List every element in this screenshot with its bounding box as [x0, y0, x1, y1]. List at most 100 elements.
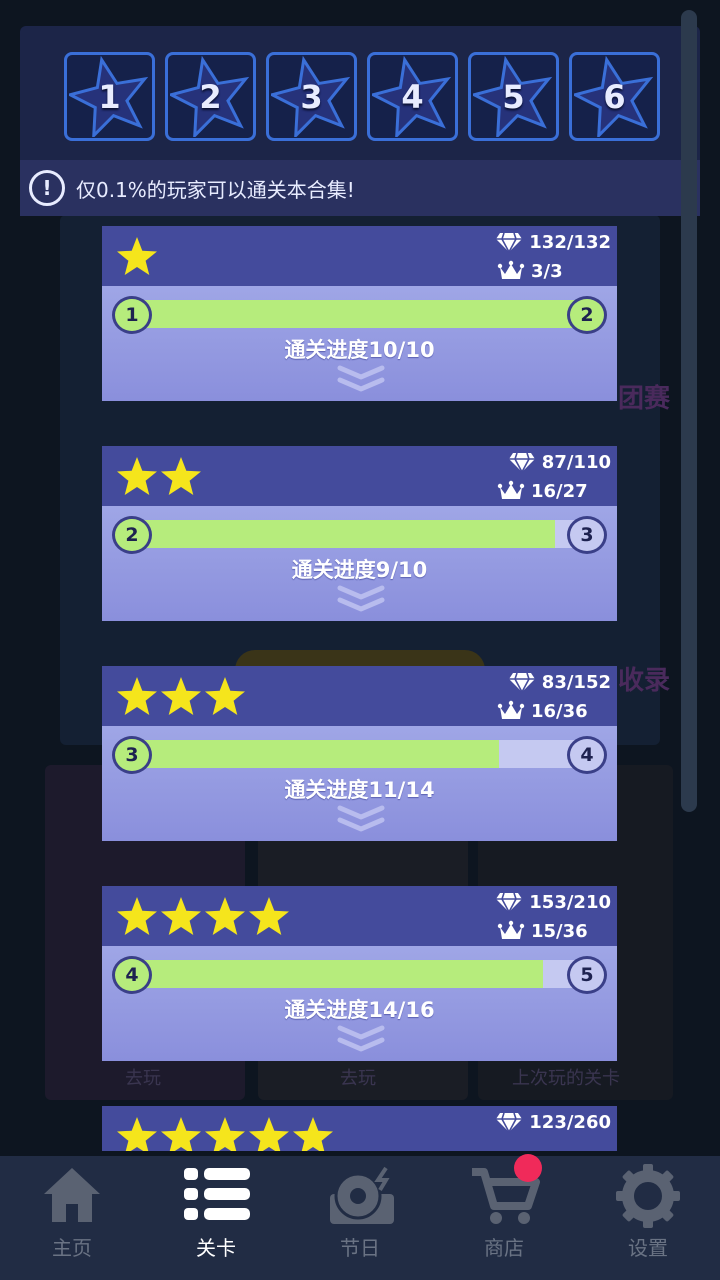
level-pack-card[interactable]: 132/132 3/3 1 2 通关进度10/10	[102, 226, 617, 401]
level-pack-progress-area: 2 3 通关进度9/10	[102, 506, 617, 621]
crown-count-row: 15/36	[497, 919, 611, 943]
expand-chevron-icon[interactable]	[337, 804, 385, 836]
star-icon	[117, 1117, 157, 1151]
difficulty-stars	[116, 456, 202, 498]
diamond-count-row: 87/110	[508, 450, 611, 474]
exclamation-icon: !	[29, 170, 65, 206]
level-pack-card[interactable]: 153/210 15/36 4 5 通关进度14/16	[102, 886, 617, 1061]
diamond-count: 87/110	[541, 451, 611, 473]
diamond-icon	[496, 232, 523, 254]
star-tier-tab-5[interactable]: 5	[468, 52, 559, 141]
level-pack-progress-area: 4 5 通关进度14/16	[102, 946, 617, 1061]
nav-label: 主页	[52, 1236, 92, 1260]
star-icon	[249, 897, 289, 935]
star-icon	[205, 897, 245, 935]
nav-label: 节日	[340, 1236, 380, 1260]
diamond-icon	[496, 892, 523, 914]
notice-banner: ! 仅0.1%的玩家可以通关本合集!	[20, 160, 700, 216]
crown-icon	[497, 920, 525, 939]
star-icon	[205, 677, 245, 715]
progress-text: 通关进度11/14	[284, 778, 435, 802]
progress-fill	[114, 300, 604, 328]
progress-track	[114, 300, 604, 328]
star-tier-number: 3	[300, 77, 323, 116]
nav-item-list[interactable]: 关卡	[144, 1156, 288, 1280]
star-tier-tab-3[interactable]: 3	[266, 52, 357, 141]
start-level-node: 2	[112, 516, 152, 554]
star-icon	[161, 1117, 201, 1151]
bottom-nav: 主页 关卡 节日 商店 设置	[0, 1154, 720, 1280]
next-level-node: 2	[567, 296, 607, 334]
star-tier-tab-6[interactable]: 6	[569, 52, 660, 141]
star-tier-header: 1 2 3 4 5 6 ! 仅0.1%的玩家可以通关本合集!	[20, 26, 700, 216]
nav-item-gear[interactable]: 设置	[576, 1156, 720, 1280]
star-tier-number: 2	[199, 77, 222, 116]
difficulty-stars	[116, 896, 290, 938]
bg-label-a: 团赛	[618, 384, 671, 414]
star-tier-tab-4[interactable]: 4	[367, 52, 458, 141]
level-pack-header: 153/210 15/36	[102, 886, 617, 946]
star-icon	[117, 457, 157, 495]
nav-item-record-player[interactable]: 节日	[288, 1156, 432, 1280]
notice-text: 仅0.1%的玩家可以通关本合集!	[76, 177, 355, 202]
progress-text: 通关进度10/10	[284, 338, 435, 362]
star-tier-tab-2[interactable]: 2	[165, 52, 256, 141]
progress-track	[114, 960, 604, 988]
diamond-count: 123/260	[529, 1111, 611, 1133]
difficulty-stars	[116, 676, 246, 718]
diamond-icon	[508, 672, 535, 694]
start-level-node: 4	[112, 956, 152, 994]
progress-fill	[114, 520, 555, 548]
start-level-node: 3	[112, 736, 152, 774]
crown-count-row: 16/27	[497, 479, 611, 503]
crown-count: 15/36	[531, 920, 588, 942]
list-icon	[184, 1168, 250, 1220]
star-tier-tabs: 1 2 3 4 5 6	[64, 52, 660, 141]
gear-icon	[616, 1164, 680, 1228]
diamond-count: 83/152	[541, 671, 611, 693]
bg-play-button-b: 去玩	[340, 1068, 376, 1089]
star-icon	[161, 677, 201, 715]
level-pack-card[interactable]: 87/110 16/27 2 3 通关进度9/10	[102, 446, 617, 621]
bg-play-button-a: 去玩	[125, 1068, 161, 1089]
level-pack-progress-area: 1 2 通关进度10/10	[102, 286, 617, 401]
crown-icon	[497, 480, 525, 499]
level-pack-progress-area: 3 4 通关进度11/14	[102, 726, 617, 841]
star-icon	[293, 1117, 333, 1151]
difficulty-stars	[116, 1116, 334, 1151]
crown-count: 16/27	[531, 480, 588, 502]
star-icon	[117, 897, 157, 935]
home-icon	[44, 1168, 100, 1222]
expand-chevron-icon[interactable]	[337, 364, 385, 396]
level-pack-card[interactable]: 83/152 16/36 3 4 通关进度11/14	[102, 666, 617, 841]
star-tier-number: 5	[502, 77, 525, 116]
nav-item-cart[interactable]: 商店	[432, 1154, 576, 1280]
diamond-icon	[508, 452, 535, 474]
star-icon	[117, 677, 157, 715]
crown-count-row: 16/36	[497, 699, 611, 723]
diamond-count-row: 123/260	[495, 1110, 611, 1134]
star-icon	[117, 237, 157, 275]
crown-icon	[497, 700, 525, 719]
diamond-count-row: 153/210	[495, 890, 611, 914]
record-player-icon	[330, 1166, 394, 1224]
level-pack-card[interactable]: 123/260	[102, 1106, 617, 1151]
progress-fill	[114, 740, 499, 768]
level-pack-header: 132/132 3/3	[102, 226, 617, 286]
next-level-node: 4	[567, 736, 607, 774]
crown-icon	[497, 260, 525, 279]
nav-label: 设置	[628, 1236, 668, 1260]
expand-chevron-icon[interactable]	[337, 584, 385, 616]
expand-chevron-icon[interactable]	[337, 1024, 385, 1056]
nav-label: 商店	[484, 1236, 524, 1260]
star-icon	[249, 1117, 289, 1151]
progress-text: 通关进度9/10	[291, 558, 428, 582]
level-pack-header: 123/260	[102, 1106, 617, 1151]
progress-text: 通关进度14/16	[284, 998, 435, 1022]
nav-item-home[interactable]: 主页	[0, 1156, 144, 1280]
star-icon	[161, 457, 201, 495]
scrollbar[interactable]	[681, 10, 697, 812]
star-tier-tab-1[interactable]: 1	[64, 52, 155, 141]
progress-fill	[114, 960, 543, 988]
bg-last-level-button: 上次玩的关卡	[512, 1068, 620, 1089]
